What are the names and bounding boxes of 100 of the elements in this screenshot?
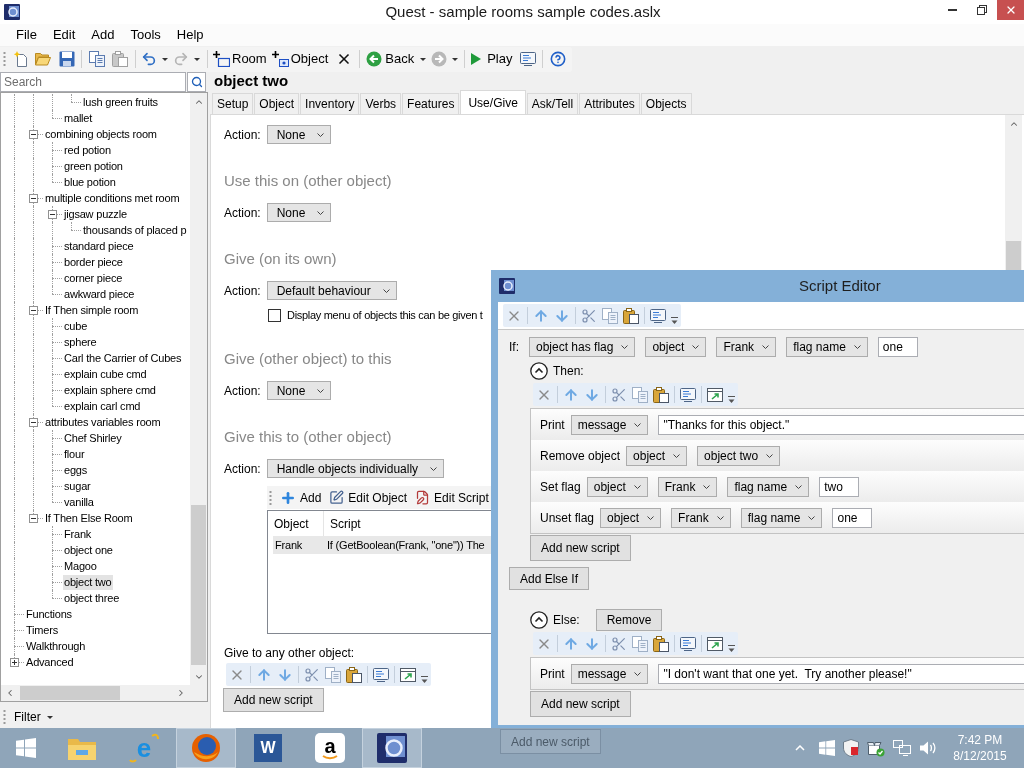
dropdown[interactable]: message xyxy=(570,414,649,435)
circle-arrow-left-icon[interactable] xyxy=(366,51,383,67)
undo-icon[interactable] xyxy=(141,51,157,67)
close-button[interactable] xyxy=(997,0,1024,20)
dropdown[interactable]: flag name xyxy=(727,476,810,497)
dropdown[interactable]: object xyxy=(645,337,707,357)
copy-icon[interactable] xyxy=(632,635,648,652)
tree-item[interactable]: Advanced xyxy=(25,654,75,670)
taskbar-button[interactable] xyxy=(362,728,422,768)
tab[interactable]: Use/Give xyxy=(460,90,526,114)
paste-icon[interactable] xyxy=(346,666,362,683)
horizontal-scrollbar[interactable] xyxy=(1,685,190,701)
tree-item[interactable]: thousands of placed p xyxy=(82,222,188,238)
tab[interactable]: Objects xyxy=(640,93,692,114)
tab[interactable]: Verbs xyxy=(360,93,402,114)
text-field[interactable]: "Thanks for this object." xyxy=(658,414,1024,435)
tree-item[interactable]: attributes variables room xyxy=(44,414,162,430)
vertical-scrollbar[interactable] xyxy=(1005,115,1022,271)
paste-icon[interactable] xyxy=(623,307,639,324)
arrow-down-icon[interactable] xyxy=(584,635,600,652)
overflow-icon[interactable] xyxy=(671,316,678,325)
back-button[interactable]: Back xyxy=(366,49,415,69)
menu-item[interactable]: Tools xyxy=(122,25,169,45)
tree-item[interactable]: eggs xyxy=(63,462,89,478)
menu-item[interactable]: Add xyxy=(83,25,123,45)
tab[interactable]: Setup xyxy=(212,93,254,114)
arrow-down-icon[interactable] xyxy=(584,386,600,403)
add-new-script-button[interactable]: Add new script xyxy=(223,688,324,712)
collapse-icon[interactable] xyxy=(29,418,38,427)
tree-item[interactable]: jigsaw puzzle xyxy=(63,206,128,222)
collapse-icon[interactable] xyxy=(29,130,38,139)
tree-item[interactable]: Functions xyxy=(25,606,73,622)
tree-item[interactable]: explain cube cmd xyxy=(63,366,148,382)
tree-item[interactable]: Walkthrough xyxy=(25,638,87,654)
dropdown[interactable]: flag name xyxy=(740,507,823,528)
scrollbar-thumb[interactable] xyxy=(20,686,120,700)
tree-item[interactable]: Chef Shirley xyxy=(63,430,123,446)
tab[interactable]: Attributes xyxy=(579,93,640,114)
volume-icon[interactable] xyxy=(919,740,937,756)
tree-item[interactable]: cube xyxy=(63,318,89,334)
overflow-icon[interactable] xyxy=(728,395,735,404)
collapse-icon[interactable] xyxy=(29,306,38,315)
chevron-up-icon[interactable] xyxy=(795,745,805,751)
dropdown[interactable]: object xyxy=(586,476,648,497)
dropdown[interactable]: Frank xyxy=(671,507,731,528)
overflow-icon[interactable] xyxy=(728,644,735,653)
tree-item[interactable]: standard piece xyxy=(63,238,135,254)
new-file-icon[interactable] xyxy=(13,51,29,67)
collapse-icon[interactable] xyxy=(29,194,38,203)
expand-icon[interactable] xyxy=(10,658,19,667)
taskbar-button[interactable]: W xyxy=(238,728,298,768)
taskbar-button[interactable]: a xyxy=(300,728,360,768)
edit-script-button[interactable]: Edit Script xyxy=(415,488,489,507)
tree-item[interactable]: object two xyxy=(63,574,113,590)
dropdown[interactable]: object xyxy=(600,507,662,528)
menu-item[interactable]: Edit xyxy=(44,25,84,45)
dropdown[interactable]: flag name xyxy=(786,337,868,357)
dropdown[interactable]: object two xyxy=(697,445,781,466)
window-lines-icon[interactable] xyxy=(680,387,696,402)
dropdown-arrow-icon[interactable] xyxy=(452,57,459,61)
tree-item[interactable]: sugar xyxy=(63,478,92,494)
checkbox[interactable] xyxy=(268,308,281,322)
add-button[interactable]: Add xyxy=(280,488,322,507)
copy-icon[interactable] xyxy=(632,386,648,403)
remove-button[interactable]: Remove xyxy=(595,609,663,631)
tree-item[interactable]: object one xyxy=(63,542,114,558)
text-field[interactable]: one xyxy=(832,507,873,528)
search-field[interactable]: Search xyxy=(0,72,186,92)
grip-icon[interactable] xyxy=(269,489,272,506)
tree-item[interactable]: Magoo xyxy=(63,558,98,574)
dropdown-arrow-icon[interactable] xyxy=(194,57,200,61)
window-lines-icon[interactable] xyxy=(373,667,389,682)
text-field[interactable]: two xyxy=(819,476,860,497)
filter-button[interactable]: Filter xyxy=(14,708,53,726)
dropdown-arrow-icon[interactable] xyxy=(46,715,53,719)
dropdown-arrow-icon[interactable] xyxy=(162,57,168,61)
tree-item[interactable]: If Then Else Room xyxy=(44,510,134,526)
paste-icon[interactable] xyxy=(653,635,669,652)
grip-icon[interactable] xyxy=(3,51,6,67)
text-field[interactable]: one xyxy=(877,337,918,357)
tree-item[interactable]: Timers xyxy=(25,622,59,638)
window-lines-icon[interactable] xyxy=(680,636,696,651)
dropdown[interactable]: Default behaviour xyxy=(266,281,397,300)
windows-logo-icon[interactable] xyxy=(16,738,36,758)
edit-object-button[interactable]: Edit Object xyxy=(329,488,408,507)
tree-item[interactable]: lush green fruits xyxy=(82,94,159,110)
restore-icon[interactable] xyxy=(977,5,987,15)
tab[interactable]: Features xyxy=(402,93,460,114)
dropdown[interactable]: Frank xyxy=(657,476,718,497)
scroll-up-icon[interactable] xyxy=(193,97,204,107)
dropdown[interactable]: Frank xyxy=(716,337,777,357)
flag-icon[interactable] xyxy=(819,740,835,756)
scroll-right-icon[interactable] xyxy=(176,688,186,698)
dropdown[interactable]: object xyxy=(626,445,688,466)
tree-item[interactable]: explain carl cmd xyxy=(63,398,142,414)
paste-icon[interactable] xyxy=(653,386,669,403)
tab[interactable]: Inventory xyxy=(300,93,360,114)
tree-item[interactable]: flour xyxy=(63,446,86,462)
tree-item[interactable]: blue potion xyxy=(63,174,117,190)
dropdown[interactable]: Handle objects individually xyxy=(266,459,445,478)
